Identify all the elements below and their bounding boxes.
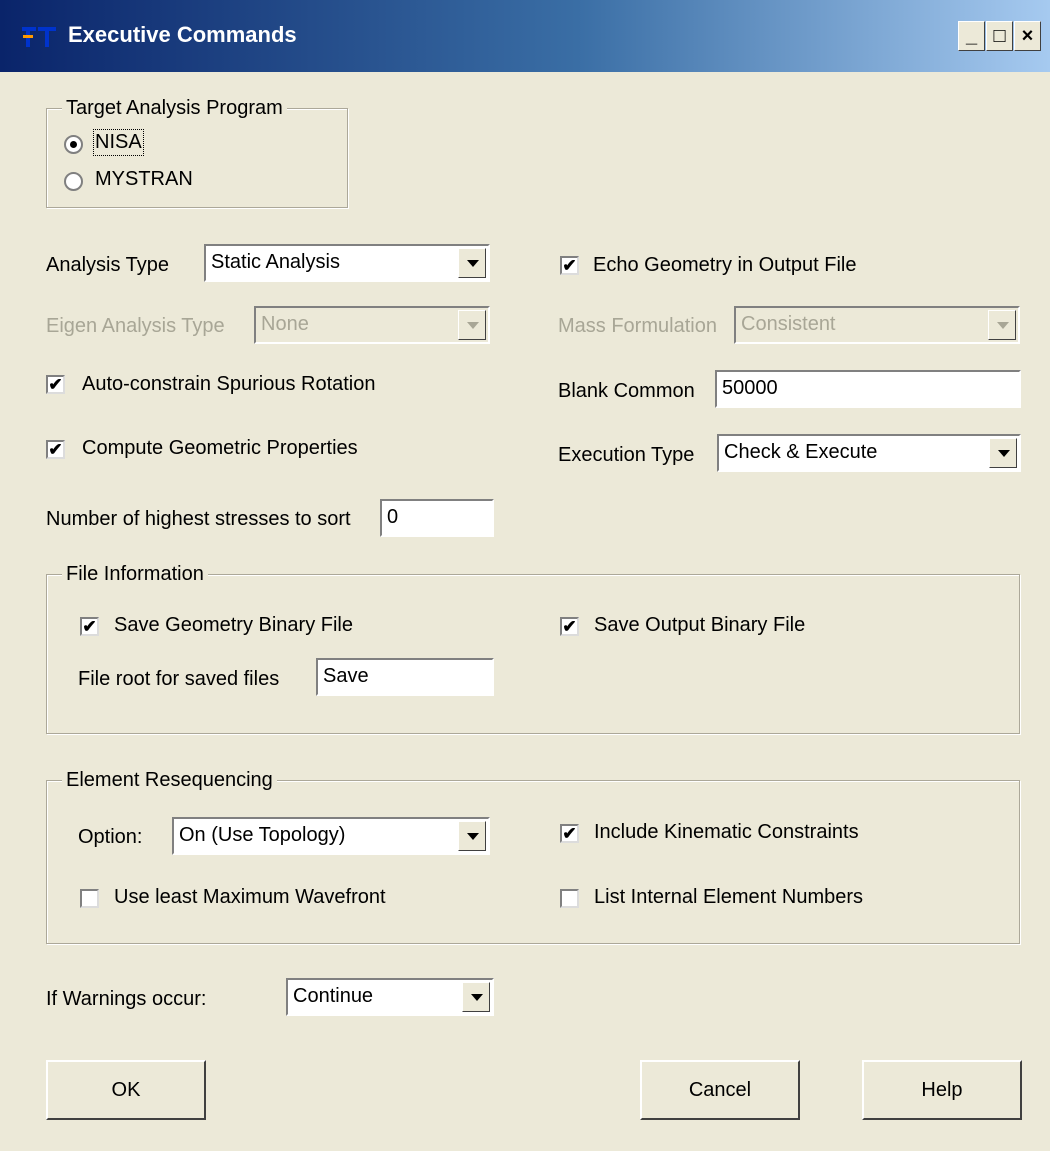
window-title: Executive Commands [68, 22, 297, 47]
radio-mystran[interactable] [64, 172, 83, 191]
save-geometry-checkbox[interactable]: ✔ [80, 617, 99, 636]
app-icon [22, 27, 56, 47]
include-kinematic-label: Include Kinematic Constraints [594, 821, 859, 843]
resequencing-option-select[interactable]: On (Use Topology) [172, 817, 490, 855]
title-bar: Executive Commands _ □ × [0, 0, 1050, 72]
resequencing-option-label: Option: [78, 826, 143, 848]
echo-geometry-label: Echo Geometry in Output File [593, 254, 857, 276]
ok-button[interactable]: OK [46, 1060, 206, 1120]
auto-constrain-checkbox[interactable]: ✔ [46, 375, 65, 394]
mass-formulation-select: Consistent [734, 306, 1020, 344]
cancel-button[interactable]: Cancel [640, 1060, 800, 1120]
mass-formulation-value: Consistent [741, 313, 836, 335]
eigen-analysis-select: None [254, 306, 490, 344]
file-root-input[interactable]: Save [316, 658, 494, 696]
warnings-select[interactable]: Continue [286, 978, 494, 1016]
list-internal-checkbox[interactable] [560, 889, 579, 908]
save-output-label: Save Output Binary File [594, 614, 806, 636]
include-kinematic-checkbox[interactable]: ✔ [560, 824, 579, 843]
radio-nisa-label[interactable]: NISA [93, 129, 144, 156]
compute-geometric-checkbox[interactable]: ✔ [46, 440, 65, 459]
list-internal-label: List Internal Element Numbers [594, 886, 864, 908]
highest-stresses-label: Number of highest stresses to sort [46, 508, 351, 530]
save-output-checkbox[interactable]: ✔ [560, 617, 579, 636]
warnings-value: Continue [293, 985, 374, 1007]
resequencing-group [46, 780, 1020, 944]
close-button[interactable]: × [1014, 21, 1041, 51]
resequencing-option-value: On (Use Topology) [179, 824, 346, 846]
maximize-button[interactable]: □ [986, 21, 1013, 51]
compute-geometric-label: Compute Geometric Properties [82, 437, 358, 459]
radio-mystran-label[interactable]: MYSTRAN [95, 168, 193, 191]
analysis-type-select[interactable]: Static Analysis [204, 244, 490, 282]
least-wavefront-label: Use least Maximum Wavefront [114, 886, 386, 908]
execution-type-label: Execution Type [558, 444, 695, 466]
execution-type-select[interactable]: Check & Execute [717, 434, 1021, 472]
execution-type-value: Check & Execute [724, 441, 878, 463]
resequencing-legend: Element Resequencing [62, 769, 277, 792]
target-program-legend: Target Analysis Program [62, 97, 287, 120]
file-root-label: File root for saved files [78, 668, 280, 690]
least-wavefront-checkbox[interactable] [80, 889, 99, 908]
blank-common-input[interactable]: 50000 [715, 370, 1021, 408]
chevron-down-icon [458, 310, 486, 340]
analysis-type-label: Analysis Type [46, 254, 170, 276]
mass-formulation-label: Mass Formulation [558, 315, 717, 337]
file-info-group [46, 574, 1020, 734]
chevron-down-icon[interactable] [462, 982, 490, 1012]
minimize-button[interactable]: _ [958, 21, 985, 51]
blank-common-label: Blank Common [558, 380, 695, 402]
eigen-analysis-label: Eigen Analysis Type [46, 315, 225, 337]
help-button[interactable]: Help [862, 1060, 1022, 1120]
chevron-down-icon [988, 310, 1016, 340]
analysis-type-value: Static Analysis [211, 251, 340, 273]
chevron-down-icon[interactable] [458, 821, 486, 851]
echo-geometry-checkbox[interactable]: ✔ [560, 256, 579, 275]
target-program-group [46, 108, 348, 208]
eigen-analysis-value: None [261, 313, 309, 335]
file-info-legend: File Information [62, 563, 208, 586]
chevron-down-icon[interactable] [458, 248, 486, 278]
highest-stresses-input[interactable]: 0 [380, 499, 494, 537]
radio-nisa[interactable] [64, 135, 83, 154]
chevron-down-icon[interactable] [989, 438, 1017, 468]
save-geometry-label: Save Geometry Binary File [114, 614, 353, 636]
auto-constrain-label: Auto-constrain Spurious Rotation [82, 373, 376, 395]
warnings-label: If Warnings occur: [46, 988, 207, 1010]
